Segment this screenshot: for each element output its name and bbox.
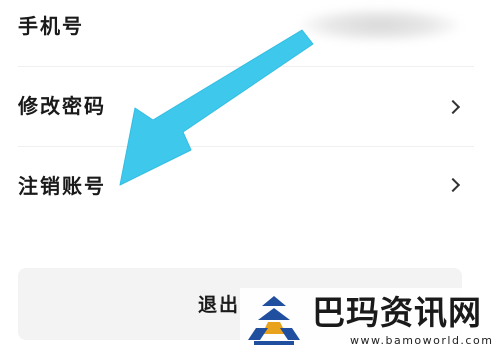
phone-number-value-blurred bbox=[300, 8, 460, 42]
chevron-right-icon bbox=[445, 99, 461, 115]
divider bbox=[18, 66, 474, 67]
change-password-label: 修改密码 bbox=[18, 94, 106, 118]
divider bbox=[18, 146, 474, 147]
cancel-account-row[interactable]: 注销账号 bbox=[0, 154, 492, 214]
watermark: 巴玛资讯网 www.bamoworld.com bbox=[240, 288, 492, 354]
change-password-row[interactable]: 修改密码 bbox=[0, 74, 492, 134]
account-settings-screen: 手机号 修改密码 注销账号 退出 巴玛资讯网 www.bamoworld.com bbox=[0, 0, 492, 356]
watermark-url: www.bamoworld.com bbox=[350, 334, 492, 347]
phone-number-row[interactable]: 手机号 bbox=[0, 0, 492, 60]
chevron-right-icon bbox=[445, 177, 461, 193]
watermark-title: 巴玛资讯网 bbox=[312, 293, 482, 332]
cancel-account-label: 注销账号 bbox=[18, 174, 106, 198]
watermark-logo-icon bbox=[248, 296, 300, 345]
phone-number-label: 手机号 bbox=[18, 14, 84, 38]
